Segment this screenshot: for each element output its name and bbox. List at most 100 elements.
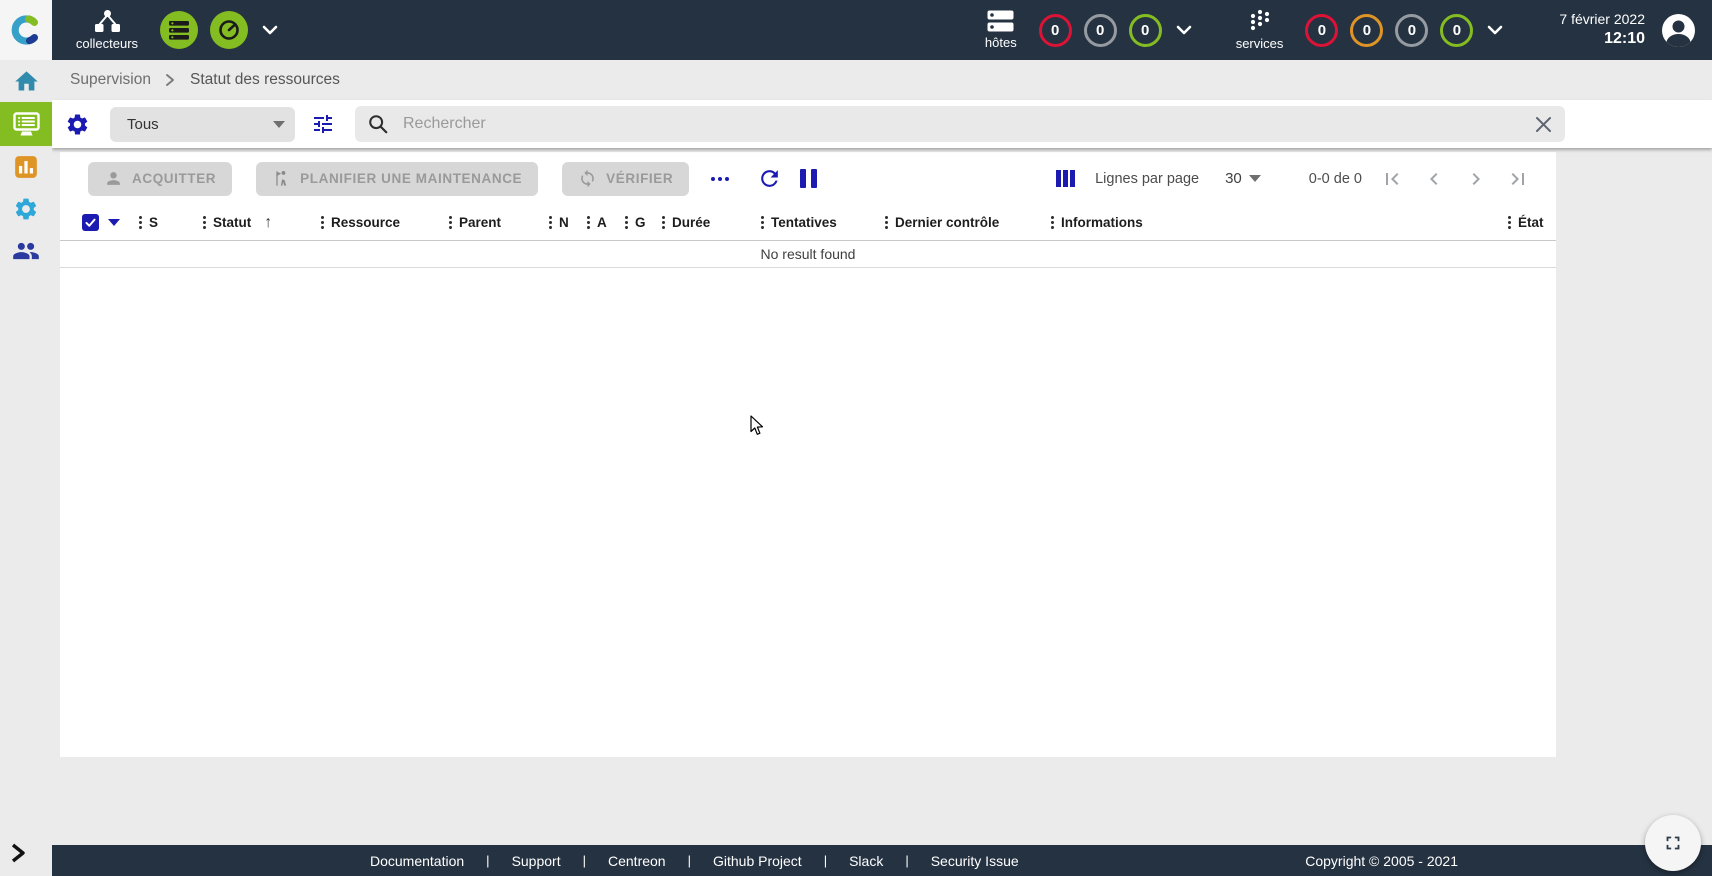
footer-link-centreon[interactable]: Centreon	[608, 853, 666, 869]
column-header-a[interactable]: A	[587, 215, 625, 230]
column-drag-handle-icon[interactable]	[761, 216, 764, 229]
service-status-counter[interactable]: 0	[1350, 14, 1383, 47]
fullscreen-icon	[1662, 832, 1684, 854]
acknowledge-label: ACQUITTER	[132, 171, 216, 186]
first-page-button[interactable]	[1376, 163, 1408, 195]
more-actions-button[interactable]	[707, 173, 733, 185]
filter-scope-select[interactable]: Tous	[110, 107, 295, 142]
chevron-right-icon	[8, 841, 28, 865]
pagination-cluster: Lignes par page 30 0-0 de 0	[1056, 163, 1534, 195]
acknowledge-button[interactable]: ACQUITTER	[88, 162, 232, 196]
column-drag-handle-icon[interactable]	[139, 216, 142, 229]
sort-ascending-icon[interactable]: ↑	[264, 214, 272, 232]
advanced-filters-button[interactable]	[311, 112, 335, 136]
centreon-logo-icon	[10, 14, 42, 46]
edit-columns-button[interactable]	[1056, 170, 1075, 187]
sidebar-item-supervision[interactable]	[0, 102, 52, 146]
next-page-button[interactable]	[1460, 163, 1492, 195]
column-label: Ressource	[331, 215, 400, 230]
column-header-statut[interactable]: Statut ↑	[203, 214, 321, 232]
pause-autorefresh-button[interactable]	[800, 169, 817, 188]
person-icon	[104, 169, 123, 188]
column-header-n[interactable]: N	[549, 215, 587, 230]
sidebar	[0, 60, 52, 876]
column-label: Tentatives	[771, 215, 837, 230]
platform-status-button[interactable]	[210, 11, 248, 49]
footer-link-github-project[interactable]: Github Project	[713, 853, 802, 869]
centreon-logo[interactable]	[0, 0, 52, 60]
column-drag-handle-icon[interactable]	[203, 216, 206, 229]
hosts-expand-chevron[interactable]	[1176, 25, 1192, 35]
pagination-range: 0-0 de 0	[1309, 171, 1362, 187]
hosts-menu[interactable]: hôtes	[985, 10, 1017, 50]
footer-link-support[interactable]: Support	[512, 853, 561, 869]
poller-list-button[interactable]	[160, 11, 198, 49]
dropdown-caret-icon	[1249, 175, 1261, 182]
select-all-checkbox[interactable]	[82, 214, 99, 231]
fullscreen-button[interactable]	[1645, 815, 1701, 871]
footer-link-documentation[interactable]: Documentation	[370, 853, 464, 869]
sidebar-item-administration[interactable]	[0, 230, 52, 272]
filter-settings-button[interactable]	[65, 112, 90, 137]
column-drag-handle-icon[interactable]	[321, 216, 324, 229]
service-status-counter[interactable]: 0	[1395, 14, 1428, 47]
breadcrumb-page[interactable]: Statut des ressources	[190, 71, 340, 89]
footer-link-slack[interactable]: Slack	[849, 853, 883, 869]
footer-separator: |	[688, 853, 691, 868]
downtime-button[interactable]: PLANIFIER UNE MAINTENANCE	[256, 162, 538, 196]
column-drag-handle-icon[interactable]	[662, 216, 665, 229]
table-header: S Statut ↑ Ressource ParentNA GDurée Tentative…	[60, 205, 1556, 241]
services-expand-chevron[interactable]	[1487, 25, 1503, 35]
last-page-button[interactable]	[1502, 163, 1534, 195]
column-drag-handle-icon[interactable]	[549, 216, 552, 229]
selection-options-caret[interactable]	[108, 219, 120, 226]
gauge-icon	[218, 19, 240, 41]
column-label: Statut	[213, 215, 251, 230]
pollers-menu[interactable]: collecteurs	[72, 10, 142, 51]
footer-separator: |	[905, 853, 908, 868]
column-header-parent[interactable]: Parent	[449, 215, 549, 230]
sidebar-item-configuration[interactable]	[0, 188, 52, 230]
host-status-counter[interactable]: 0	[1039, 14, 1072, 47]
service-status-counter[interactable]: 0	[1305, 14, 1338, 47]
pagination-buttons	[1376, 163, 1534, 195]
column-drag-handle-icon[interactable]	[885, 216, 888, 229]
column-header-informations[interactable]: Informations	[1051, 215, 1508, 230]
table-header-columns: S Statut ↑ Ressource ParentNA GDurée Tentative…	[139, 205, 1556, 240]
gear-icon	[13, 196, 39, 222]
first-page-icon	[1380, 167, 1404, 191]
check-button[interactable]: VÉRIFIER	[562, 162, 689, 196]
search-input[interactable]	[401, 114, 1526, 134]
sidebar-item-home[interactable]	[0, 60, 52, 102]
column-drag-handle-icon[interactable]	[449, 216, 452, 229]
column-drag-handle-icon[interactable]	[1051, 216, 1054, 229]
services-menu[interactable]: services	[1236, 9, 1284, 51]
sidebar-item-statistics[interactable]	[0, 146, 52, 188]
pollers-expand-chevron[interactable]	[262, 25, 278, 35]
column-header-tentatives[interactable]: Tentatives	[761, 215, 885, 230]
column-header-ressource[interactable]: Ressource	[321, 215, 449, 230]
column-header-dernier-contr-le[interactable]: Dernier contrôle	[885, 215, 1051, 230]
downtime-label: PLANIFIER UNE MAINTENANCE	[300, 171, 522, 186]
breadcrumb-chevron-icon	[165, 73, 176, 87]
refresh-button[interactable]	[757, 166, 782, 191]
service-status-counter[interactable]: 0	[1440, 14, 1473, 47]
sidebar-expand-button[interactable]	[8, 841, 28, 870]
rows-per-page-select[interactable]: 30	[1225, 170, 1261, 187]
clear-search-button[interactable]	[1534, 115, 1553, 134]
column-header-g[interactable]: G	[625, 215, 662, 230]
column-drag-handle-icon[interactable]	[1508, 216, 1511, 229]
column-label: A	[597, 215, 607, 230]
host-status-counter[interactable]: 0	[1129, 14, 1162, 47]
column-header-s[interactable]: S	[139, 215, 203, 230]
previous-page-button[interactable]	[1418, 163, 1450, 195]
user-menu[interactable]	[1661, 13, 1696, 48]
breadcrumb-section[interactable]: Supervision	[70, 71, 151, 89]
host-status-counter[interactable]: 0	[1084, 14, 1117, 47]
column-header--tat[interactable]: État	[1508, 215, 1556, 230]
column-header-dur-e[interactable]: Durée	[662, 215, 761, 230]
footer-link-security-issue[interactable]: Security Issue	[931, 853, 1019, 869]
chevron-down-icon	[262, 25, 278, 35]
column-drag-handle-icon[interactable]	[625, 216, 628, 229]
column-drag-handle-icon[interactable]	[587, 216, 590, 229]
